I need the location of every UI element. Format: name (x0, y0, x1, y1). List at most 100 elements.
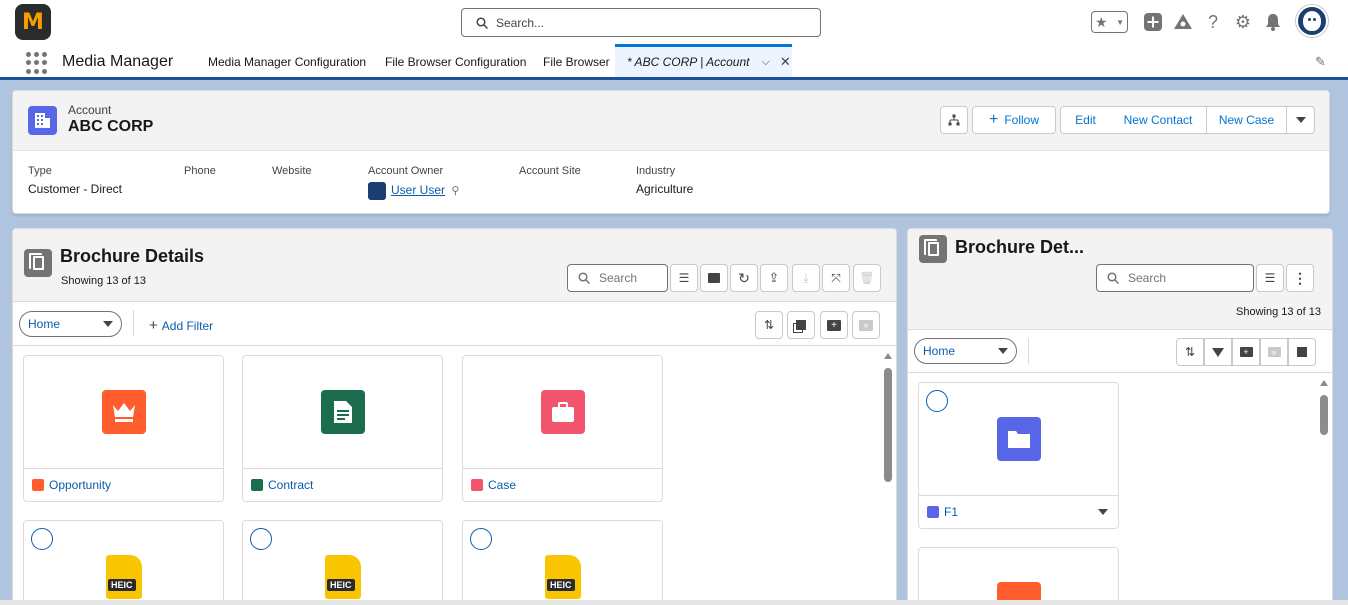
side-showing-count: Showing 13 of 13 (1236, 306, 1322, 318)
side-tile-grid: F1 (908, 373, 1332, 604)
panel-search-input[interactable] (599, 271, 663, 285)
nav-item-media-manager-configuration[interactable]: Media Manager Configuration (208, 55, 366, 69)
heic-file-icon: HEIC (106, 555, 142, 599)
panel-header: Brochure Details Showing 13 of 13 ☰ ↻ ⇪ … (13, 229, 896, 302)
copy-button[interactable] (787, 311, 815, 339)
tile-contract[interactable]: Contract (242, 355, 443, 502)
folder-icon (997, 417, 1041, 461)
tile-label[interactable]: F1 (944, 505, 958, 519)
tile-heic-file[interactable]: HEIC (23, 520, 224, 604)
new-folder-button[interactable]: + (1232, 338, 1260, 366)
select-radio[interactable] (926, 390, 948, 412)
panel-search[interactable] (567, 264, 668, 292)
header-utility-icons: ★ ▼ ? ⚙ (1091, 9, 1292, 35)
download-icon: ⤓ (803, 270, 809, 285)
more-options-button[interactable]: ⋮ (1286, 264, 1314, 292)
tile-label[interactable]: Contract (268, 478, 313, 492)
tile-heic-file[interactable]: HEIC (242, 520, 443, 604)
nav-item-file-browser[interactable]: File Browser (543, 55, 610, 69)
tab-abc-corp-account[interactable]: * ABC CORP | Account ⌵ ✕ (615, 44, 792, 77)
hierarchy-button[interactable] (940, 106, 968, 134)
field-label: Account Owner (368, 165, 444, 177)
side-panel-search[interactable] (1096, 264, 1254, 292)
tile-opportunity[interactable] (918, 547, 1119, 604)
expand-button[interactable]: ⤧ (822, 264, 850, 292)
help-icon[interactable]: ? (1202, 11, 1224, 33)
refresh-button[interactable]: ↻ (730, 264, 758, 292)
trailhead-icon[interactable] (1172, 11, 1194, 33)
copy-icon (796, 320, 806, 330)
add-icon[interactable] (1142, 11, 1164, 33)
field-account-site: Account Site (519, 165, 581, 177)
edit-nav-pencil-icon[interactable]: ✎ (1315, 54, 1326, 70)
list-view-button[interactable]: ☰ (1256, 264, 1284, 292)
download-button[interactable]: ⤓ (792, 264, 820, 292)
list-icon: ☰ (678, 271, 690, 285)
field-label: Account Site (519, 165, 581, 177)
nav-item-file-browser-configuration[interactable]: File Browser Configuration (385, 55, 526, 69)
record-name: ABC CORP (68, 118, 154, 135)
edit-button[interactable]: Edit (1060, 106, 1111, 134)
copy-button[interactable] (1288, 338, 1316, 366)
chevron-down-icon[interactable]: ⌵ (762, 56, 770, 69)
folder-select[interactable]: Home (19, 311, 122, 337)
sort-button[interactable]: ⇅ (755, 311, 783, 339)
search-icon (578, 272, 590, 284)
new-case-button[interactable]: New Case (1206, 106, 1287, 134)
move-button[interactable]: » (852, 311, 880, 339)
add-filter-button[interactable]: + Add Filter (149, 317, 213, 334)
sort-button[interactable]: ⇅ (1176, 338, 1204, 366)
chevron-down-icon[interactable]: ▼ (1116, 18, 1124, 27)
contract-document-icon (321, 390, 365, 434)
settings-gear-icon[interactable]: ⚙ (1232, 11, 1254, 33)
upload-button[interactable]: ⇪ (760, 264, 788, 292)
chevron-down-icon[interactable] (1098, 509, 1108, 515)
field-label: Phone (184, 165, 216, 177)
global-search[interactable] (461, 8, 821, 37)
tile-heic-file[interactable]: HEIC (462, 520, 663, 604)
tile-label[interactable]: Case (488, 478, 516, 492)
more-actions-button[interactable] (1287, 106, 1315, 134)
notification-bell-icon[interactable] (1262, 11, 1284, 33)
new-folder-button[interactable]: + (820, 311, 848, 339)
side-panel-search-input[interactable] (1128, 271, 1192, 285)
list-view-button[interactable]: ☰ (670, 264, 698, 292)
filter-button[interactable] (1204, 338, 1232, 366)
tile-label[interactable]: Opportunity (49, 478, 111, 492)
tile-case[interactable]: Case (462, 355, 663, 502)
tile-view-button[interactable] (700, 264, 728, 292)
select-radio[interactable] (250, 528, 272, 550)
scrollbar-thumb[interactable] (884, 368, 892, 482)
heic-badge: HEIC (547, 579, 575, 591)
scroll-up-arrow[interactable] (1320, 380, 1328, 386)
select-radio[interactable] (470, 528, 492, 550)
filter-bar: Home + Add Filter ⇅ + » (13, 302, 896, 346)
favorites-button[interactable]: ★ ▼ (1091, 11, 1128, 33)
select-radio[interactable] (31, 528, 53, 550)
side-folder-select[interactable]: Home (914, 338, 1017, 364)
move-button[interactable]: » (1260, 338, 1288, 366)
close-icon[interactable]: ✕ (780, 54, 791, 70)
scrollbar-thumb[interactable] (1320, 395, 1328, 435)
tile-folder-f1[interactable]: F1 (918, 382, 1119, 529)
search-icon (476, 16, 488, 29)
delete-button[interactable]: 🗑 (853, 264, 881, 292)
tile-opportunity[interactable]: Opportunity (23, 355, 224, 502)
scroll-up-arrow[interactable] (884, 353, 892, 359)
global-search-input[interactable] (496, 15, 796, 30)
tile-footer: F1 (919, 495, 1118, 528)
change-owner-icon[interactable]: ⚲ (451, 185, 459, 197)
user-avatar[interactable] (1296, 5, 1328, 37)
folder-select-value: Home (28, 317, 61, 331)
tile-grid: Opportunity Contract Case HEIC HEIC HEIC (13, 346, 896, 604)
app-name: Media Manager (62, 53, 174, 70)
app-launcher-icon[interactable] (26, 52, 48, 74)
account-owner-link[interactable]: User User (391, 183, 445, 197)
follow-button[interactable]: + Follow (972, 106, 1056, 134)
field-label: Website (272, 165, 312, 177)
new-contact-button[interactable]: New Contact (1110, 106, 1207, 134)
heic-badge: HEIC (327, 579, 355, 591)
tile-footer: Contract (243, 468, 442, 501)
app-logo[interactable]: M (15, 4, 51, 40)
sort-icon: ⇅ (763, 318, 775, 332)
